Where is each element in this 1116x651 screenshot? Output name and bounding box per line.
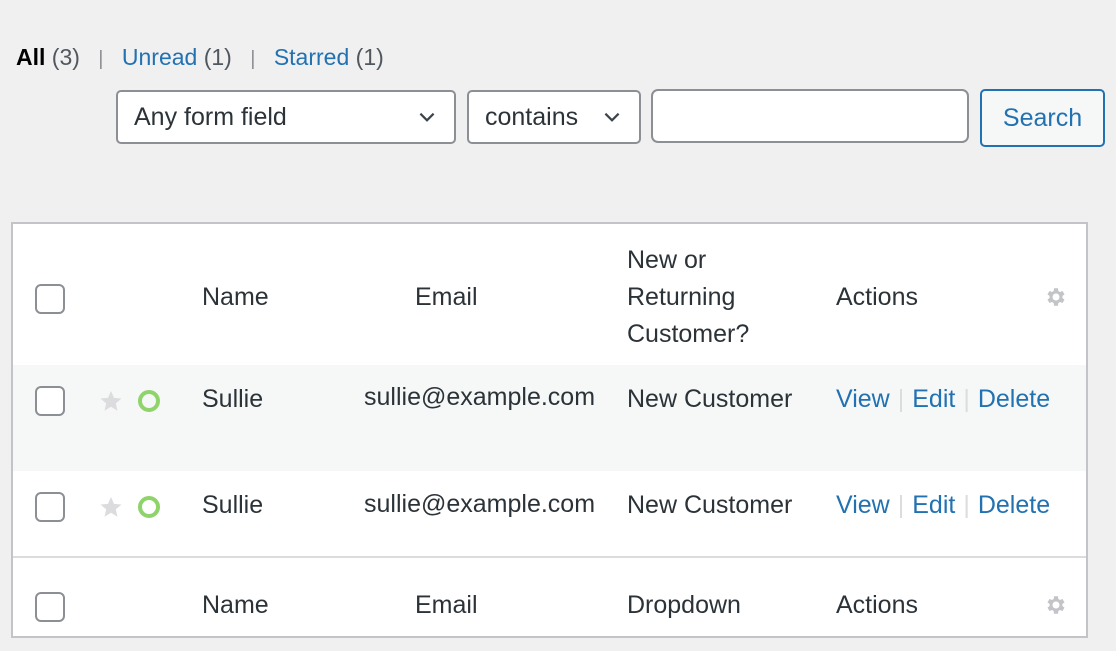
column-email[interactable]: Email bbox=[415, 591, 478, 620]
edit-link[interactable]: Edit bbox=[912, 491, 955, 519]
entry-filter-links: All (3) | Unread (1) | Starred (1) bbox=[16, 44, 384, 71]
search-button[interactable]: Search bbox=[980, 89, 1105, 147]
table-footer: Name Email Dropdown Actions bbox=[13, 558, 1086, 638]
gear-icon[interactable] bbox=[1043, 285, 1067, 309]
entry-customer-type: New Customer bbox=[627, 385, 793, 413]
filter-unread[interactable]: Unread bbox=[122, 44, 197, 70]
filter-unread-count: (1) bbox=[203, 44, 232, 70]
column-name[interactable]: Name bbox=[202, 283, 269, 312]
search-field-value: Any form field bbox=[134, 102, 287, 131]
entries-table: Name Email New or Returning Customer? Ac… bbox=[11, 222, 1088, 638]
gear-icon[interactable] bbox=[1043, 593, 1067, 617]
column-actions: Actions bbox=[836, 283, 918, 311]
select-all-checkbox[interactable] bbox=[35, 592, 65, 622]
search-input[interactable] bbox=[651, 89, 969, 143]
search-operator-value: contains bbox=[485, 102, 579, 131]
separator: | bbox=[250, 48, 256, 70]
separator: | bbox=[963, 385, 970, 413]
view-link[interactable]: View bbox=[836, 491, 890, 519]
table-header: Name Email New or Returning Customer? Ac… bbox=[13, 224, 1086, 367]
search-operator-select[interactable]: contains bbox=[467, 90, 641, 144]
filter-starred[interactable]: Starred bbox=[274, 44, 349, 70]
row-checkbox[interactable] bbox=[35, 386, 65, 416]
table-row: Sullie sullie@example.com New Customer V… bbox=[13, 365, 1086, 471]
chevron-down-icon bbox=[419, 112, 435, 122]
separator: | bbox=[963, 491, 970, 519]
row-actions: View | Edit | Delete bbox=[836, 491, 1050, 520]
filter-all[interactable]: All bbox=[16, 44, 45, 70]
column-actions: Actions bbox=[836, 591, 918, 619]
delete-link[interactable]: Delete bbox=[978, 491, 1050, 519]
star-icon[interactable] bbox=[99, 389, 123, 413]
column-label-line: Customer? bbox=[627, 320, 750, 348]
view-link[interactable]: View bbox=[836, 385, 890, 413]
star-icon[interactable] bbox=[99, 495, 123, 519]
read-status-icon[interactable] bbox=[138, 496, 160, 518]
select-all-checkbox[interactable] bbox=[35, 284, 65, 314]
separator: | bbox=[897, 385, 905, 413]
edit-link[interactable]: Edit bbox=[912, 385, 955, 413]
column-email[interactable]: Email bbox=[415, 283, 478, 312]
column-name[interactable]: Name bbox=[202, 591, 269, 620]
column-customer-type[interactable]: New or Returning Customer? bbox=[627, 242, 749, 353]
read-status-icon[interactable] bbox=[138, 390, 160, 412]
entry-email: sullie@example.com bbox=[364, 490, 596, 518]
column-label-line: Returning bbox=[627, 283, 736, 311]
chevron-down-icon bbox=[604, 112, 620, 122]
row-checkbox[interactable] bbox=[35, 492, 65, 522]
entry-name: Sullie bbox=[202, 385, 264, 413]
separator: | bbox=[897, 491, 905, 519]
table-row: Sullie sullie@example.com New Customer V… bbox=[13, 471, 1086, 558]
entry-customer-type: New Customer bbox=[627, 491, 793, 519]
search-field-select[interactable]: Any form field bbox=[116, 90, 456, 144]
filter-starred-count: (1) bbox=[355, 44, 384, 70]
column-label-line: New or bbox=[627, 246, 707, 274]
column-dropdown[interactable]: Dropdown bbox=[627, 591, 741, 620]
filter-all-count: (3) bbox=[51, 44, 80, 70]
row-actions: View | Edit | Delete bbox=[836, 385, 1050, 414]
entry-email: sullie@example.com bbox=[364, 383, 596, 411]
delete-link[interactable]: Delete bbox=[978, 385, 1050, 413]
entry-name: Sullie bbox=[202, 491, 264, 519]
separator: | bbox=[98, 48, 104, 70]
